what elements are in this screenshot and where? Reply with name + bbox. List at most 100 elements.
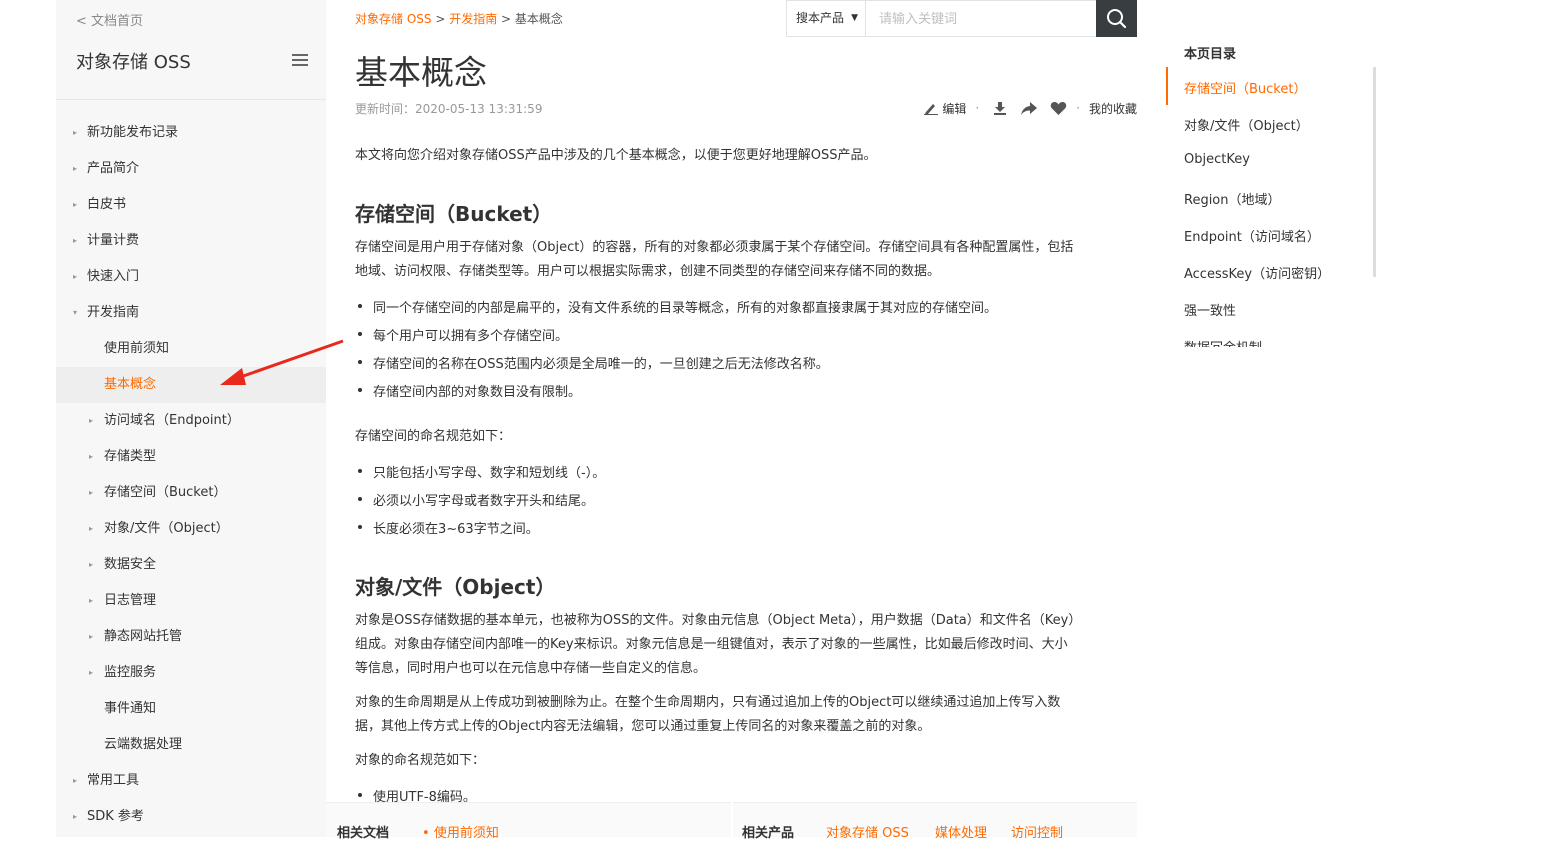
sidebar-item[interactable]: ▸ 对象/文件（Object） bbox=[56, 511, 326, 547]
toc-scrollbar[interactable] bbox=[1373, 67, 1376, 277]
toc-item[interactable]: AccessKey（访问密钥） bbox=[1184, 263, 1330, 282]
search-icon bbox=[1107, 9, 1127, 29]
chevron-right-icon: ▸ bbox=[89, 452, 94, 461]
chevron-down-icon: ▾ bbox=[73, 308, 78, 317]
chevron-right-icon: ▸ bbox=[89, 488, 94, 497]
related-doc-link[interactable]: • 使用前须知 bbox=[422, 822, 499, 841]
toc-item[interactable]: Region（地域） bbox=[1184, 189, 1281, 208]
related-doc-link-label: 使用前须知 bbox=[433, 826, 499, 841]
sidebar-item[interactable]: ▸ 存储类型 bbox=[56, 439, 326, 475]
toc-item[interactable]: 数据冗余机制 bbox=[1184, 337, 1262, 347]
sidebar-item-label: 日志管理 bbox=[104, 593, 157, 608]
sidebar-item[interactable]: ▸ 计量计费 bbox=[56, 223, 326, 259]
sidebar-item-label: 计量计费 bbox=[87, 233, 140, 248]
sidebar-item-label: 对象/文件（Object） bbox=[104, 521, 229, 536]
share-button[interactable] bbox=[1020, 100, 1038, 116]
object-description-line: 组成。对象由存储空间内部唯一的Key来标识。对象元信息是一组键值对，表示了对象的… bbox=[355, 637, 1068, 652]
toc-item[interactable]: 存储空间（Bucket） bbox=[1184, 78, 1306, 97]
related-docs-panel: 相关文档 • 使用前须知 bbox=[326, 802, 731, 841]
breadcrumb-current: 基本概念 bbox=[514, 12, 563, 26]
intro-paragraph: 本文将向您介绍对象存储OSS产品中涉及的几个基本概念，以便于您更好地理解OSS产… bbox=[355, 148, 877, 163]
chevron-right-icon: ▸ bbox=[73, 236, 78, 245]
sidebar-item-label: 开发指南 bbox=[87, 305, 140, 320]
sidebar-item-label: 静态网站托管 bbox=[104, 629, 183, 644]
related-footer: 相关文档 • 使用前须知 相关产品 对象存储 OSS 媒体处理 访问控制 bbox=[326, 802, 1137, 841]
sidebar-item-label: 白皮书 bbox=[87, 197, 127, 212]
sidebar-item[interactable]: 云端数据处理 bbox=[56, 727, 326, 763]
hamburger-icon[interactable] bbox=[292, 54, 308, 66]
breadcrumb-separator: > bbox=[497, 12, 515, 26]
update-time: 更新时间：2020-05-13 13:31:59 bbox=[355, 102, 543, 116]
sidebar-item-label: 存储空间（Bucket） bbox=[104, 485, 227, 500]
page-toc: 本页目录 存储空间（Bucket） 对象/文件（Object） ObjectKey R… bbox=[1166, 40, 1378, 347]
sidebar-item[interactable]: ▸ 存储空间（Bucket） bbox=[56, 475, 326, 511]
sidebar-item[interactable]: ▸ 常用工具 bbox=[56, 763, 326, 799]
sidebar-item[interactable]: ▸ 产品简介 bbox=[56, 151, 326, 187]
sidebar-item-label: 新功能发布记录 bbox=[87, 125, 179, 140]
sidebar-item-label: 事件通知 bbox=[104, 701, 157, 716]
search-button[interactable] bbox=[1096, 0, 1137, 37]
sidebar-item[interactable]: ▸ 数据安全 bbox=[56, 547, 326, 583]
sidebar-item-label: 产品简介 bbox=[87, 161, 140, 176]
sidebar-item[interactable]: ▸ 日志管理 bbox=[56, 583, 326, 619]
edit-button[interactable]: 编辑 bbox=[923, 100, 966, 117]
search-scope-select[interactable]: 搜本产品 ▼ bbox=[787, 1, 866, 36]
sidebar-item-label: 基本概念 bbox=[104, 377, 157, 392]
lifecycle-description-line: 据，其他上传方式上传的Object内容无法编辑，您可以通过重复上传同名的对象来覆… bbox=[355, 719, 931, 734]
chevron-right-icon: ▸ bbox=[73, 272, 78, 281]
bucket-description-line: 地域、访问权限、存储类型等。用户可以根据实际需求，创建不同类型的存储空间来存储不… bbox=[355, 264, 941, 279]
search-box: 搜本产品 ▼ bbox=[786, 0, 1137, 37]
breadcrumb: 对象存储 OSS > 开发指南 > 基本概念 bbox=[355, 10, 563, 27]
list-item: 存储空间内部的对象数目没有限制。 bbox=[355, 381, 581, 400]
sidebar: < 文档首页 对象存储 OSS ▸ 新功能发布记录 ▸ 产品简介 ▸ 白皮书 ▸ 计量计费 ▸ 快… bbox=[56, 0, 344, 837]
sidebar-item-label: 存储类型 bbox=[104, 449, 157, 464]
toc-item[interactable]: ObjectKey bbox=[1184, 152, 1250, 167]
toc-active-indicator bbox=[1166, 67, 1168, 105]
bucket-description-line: 存储空间是用户用于存储对象（Object）的容器，所有的对象都必须隶属于某个存储… bbox=[355, 240, 1074, 255]
back-to-docs-home-link[interactable]: < 文档首页 bbox=[76, 10, 143, 29]
object-naming-intro: 对象的命名规范如下： bbox=[355, 753, 486, 768]
breadcrumb-oss[interactable]: 对象存储 OSS bbox=[355, 12, 432, 26]
chevron-right-icon: ▸ bbox=[89, 416, 94, 425]
sidebar-item-label: 使用前须知 bbox=[104, 341, 170, 356]
search-input[interactable] bbox=[867, 1, 1095, 36]
sidebar-item[interactable]: ▾ 开发指南 bbox=[56, 295, 326, 331]
sidebar-item[interactable]: ▸ 监控服务 bbox=[56, 655, 326, 691]
list-item: 每个用户可以拥有多个存储空间。 bbox=[355, 325, 568, 344]
chevron-right-icon: ▸ bbox=[89, 632, 94, 641]
download-button[interactable] bbox=[992, 100, 1008, 116]
related-product-link[interactable]: 对象存储 OSS bbox=[826, 822, 909, 841]
favorite-button[interactable] bbox=[1050, 101, 1067, 116]
sidebar-item[interactable]: ▸ 访问域名（Endpoint） bbox=[56, 403, 326, 439]
chevron-right-icon: ▸ bbox=[73, 128, 78, 137]
breadcrumb-dev-guide[interactable]: 开发指南 bbox=[449, 12, 497, 26]
heart-icon bbox=[1050, 101, 1067, 115]
toc-item[interactable]: 强一致性 bbox=[1184, 300, 1236, 319]
related-product-link[interactable]: 访问控制 bbox=[1011, 822, 1063, 841]
section-heading-object: 对象/文件（Object） bbox=[355, 575, 556, 599]
list-item: 必须以小写字母或者数字开头和结尾。 bbox=[355, 490, 594, 509]
toolbar-separator: · bbox=[1076, 101, 1080, 115]
toc-item[interactable]: Endpoint（访问域名） bbox=[1184, 226, 1320, 245]
sidebar-item-label: 常用工具 bbox=[87, 773, 140, 788]
list-item: 只能包括小写字母、数字和短划线（-）。 bbox=[355, 462, 605, 481]
toc-item[interactable]: 对象/文件（Object） bbox=[1184, 115, 1309, 134]
chevron-down-icon: ▼ bbox=[851, 13, 858, 23]
sidebar-item-label: 快速入门 bbox=[87, 269, 140, 284]
sidebar-item[interactable]: ▸ SDK 参考 bbox=[56, 799, 326, 835]
object-description-line: 对象是OSS存储数据的基本单元，也被称为OSS的文件。对象由元信息（Object… bbox=[355, 613, 1082, 628]
my-favorites-link[interactable]: 我的收藏 bbox=[1089, 100, 1137, 117]
sidebar-item[interactable]: ▸ 白皮书 bbox=[56, 187, 326, 223]
download-icon bbox=[994, 102, 1007, 115]
sidebar-item[interactable]: ▸ 静态网站托管 bbox=[56, 619, 326, 655]
sidebar-item[interactable]: ▸ 新功能发布记录 bbox=[56, 115, 326, 151]
related-product-link[interactable]: 媒体处理 bbox=[935, 822, 987, 841]
breadcrumb-separator: > bbox=[431, 12, 450, 26]
related-docs-label: 相关文档 bbox=[337, 826, 390, 841]
chevron-right-icon: ▸ bbox=[73, 200, 78, 209]
lifecycle-description-line: 对象的生命周期是从上传成功到被删除为止。在整个生命周期内，只有通过追加上传的Ob… bbox=[355, 695, 1061, 710]
sidebar-item[interactable]: 事件通知 bbox=[56, 691, 326, 727]
sidebar-item[interactable]: ▸ 快速入门 bbox=[56, 259, 326, 295]
share-icon bbox=[1021, 102, 1038, 115]
toc-title: 本页目录 bbox=[1184, 47, 1237, 62]
